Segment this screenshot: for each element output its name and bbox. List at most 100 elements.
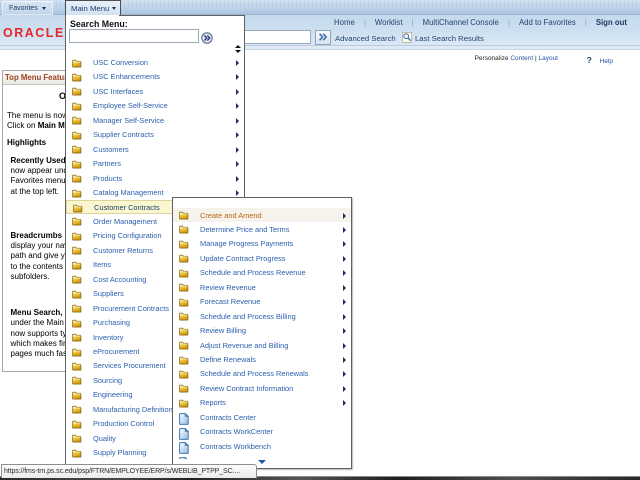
menu-item-products[interactable]: Products [66, 171, 244, 185]
menu-search-go-icon[interactable] [201, 32, 213, 44]
folder-icon [72, 333, 82, 342]
folder-icon [72, 131, 82, 140]
submenu-item-contracts-workcenter[interactable]: Contracts WorkCenter [173, 425, 351, 439]
main-menu-button[interactable]: Main Menu [65, 0, 121, 15]
submenu-item-label: Review Revenue [200, 283, 256, 292]
menu-scroll-spinner-icon[interactable] [235, 45, 242, 53]
submenu-item-contracts-center[interactable]: Contracts Center [173, 410, 351, 424]
submenu-item-label: Forecast Revenue [200, 297, 260, 306]
menu-item-usc-conversion[interactable]: USC Conversion [66, 56, 244, 70]
submenu-item-adjust-revenue-and-billing[interactable]: Adjust Revenue and Billing [173, 338, 351, 352]
menu-item-label: Customer Contracts [94, 203, 160, 212]
submenu-item-manage-progress-payments[interactable]: Manage Progress Payments [173, 237, 351, 251]
pagelet-bullet-line: at the top left. [11, 187, 59, 196]
folder-icon [72, 376, 82, 385]
menu-item-label: Procurement Contracts [93, 304, 169, 313]
favorites-button[interactable]: Favorites [2, 1, 53, 15]
folder-icon [179, 327, 189, 336]
submenu-item-label: Contracts WorkCenter [200, 427, 273, 436]
submenu-arrow-icon [236, 118, 239, 124]
folder-icon [179, 399, 189, 408]
submenu-arrow-icon [236, 89, 239, 95]
submenu-scroll-down-icon [258, 460, 266, 464]
menu-item-label: Suppliers [93, 289, 124, 298]
submenu-item-schedule-and-process-billing[interactable]: Schedule and Process Billing [173, 309, 351, 323]
submenu-item-reports[interactable]: Reports [173, 396, 351, 410]
link-separator: | [364, 18, 366, 27]
advanced-search-link[interactable]: Advanced Search [335, 34, 396, 43]
folder-icon [179, 341, 189, 350]
folder-icon [72, 420, 82, 429]
submenu-item-determine-price-and-terms[interactable]: Determine Price and Terms [173, 222, 351, 236]
folder-icon [73, 204, 83, 213]
submenu-item-contracts-workbench[interactable]: Contracts Workbench [173, 439, 351, 453]
submenu-item-schedule-and-process-renewals[interactable]: Schedule and Process Renewals [173, 367, 351, 381]
menu-item-label: eProcurement [93, 347, 139, 356]
menu-item-label: Sourcing [93, 376, 122, 385]
submenu-arrow-icon [343, 400, 346, 406]
personalize-content-link[interactable]: Content [510, 55, 533, 62]
last-search-results-link[interactable]: Last Search Results [415, 34, 484, 43]
submenu-item-review-revenue[interactable]: Review Revenue [173, 280, 351, 294]
menu-item-label: Production Control [93, 419, 154, 428]
menu-item-label: Customer Returns [93, 246, 153, 255]
submenu-arrow-icon [343, 256, 346, 262]
link-separator: | [508, 18, 510, 27]
menu-item-employee-self-service[interactable]: Employee Self-Service [66, 99, 244, 113]
menu-item-label: Purchasing [93, 318, 130, 327]
folder-icon [72, 449, 82, 458]
multichannel-console-link[interactable]: MultiChannel Console [423, 18, 499, 27]
folder-icon [179, 370, 189, 379]
submenu-arrow-icon [343, 343, 346, 349]
menu-item-manager-self-service[interactable]: Manager Self-Service [66, 113, 244, 127]
menu-item-supplier-contracts[interactable]: Supplier Contracts [66, 128, 244, 142]
folder-icon [72, 261, 82, 270]
help-link[interactable]: Help [600, 58, 613, 65]
menu-item-label: Employee Self-Service [93, 101, 168, 110]
submenu-item-define-renewals[interactable]: Define Renewals [173, 353, 351, 367]
menu-item-label: Engineering [93, 390, 132, 399]
submenu-arrow-icon [236, 190, 239, 196]
folder-icon [72, 275, 82, 284]
submenu-item-schedule-and-process-revenue[interactable]: Schedule and Process Revenue [173, 266, 351, 280]
folder-icon [72, 405, 82, 414]
peoplesoft-home-screen: Favorites Main Menu ORACLE Home | Workli… [0, 0, 640, 480]
menu-search-input[interactable] [69, 29, 199, 43]
personalize-layout-link[interactable]: Layout [538, 55, 558, 62]
menu-item-label: Products [93, 174, 122, 183]
submenu-arrow-icon [343, 386, 346, 392]
submenu-item-review-billing[interactable]: Review Billing [173, 324, 351, 338]
folder-icon [179, 225, 189, 234]
worklist-link[interactable]: Worklist [375, 18, 403, 27]
document-icon [179, 428, 189, 440]
main-menu-caret-icon [112, 7, 116, 10]
header-search-go-button[interactable] [315, 30, 331, 45]
submenu-item-label: Update Contract Progress [200, 254, 285, 263]
sign-out-link[interactable]: Sign out [596, 18, 627, 27]
folder-icon [179, 283, 189, 292]
folder-icon [72, 232, 82, 241]
home-link[interactable]: Home [334, 18, 355, 27]
submenu-item-update-contract-progress[interactable]: Update Contract Progress [173, 251, 351, 265]
folder-icon [72, 391, 82, 400]
menu-item-usc-enhancements[interactable]: USC Enhancements [66, 70, 244, 84]
submenu-item-forecast-revenue[interactable]: Forecast Revenue [173, 295, 351, 309]
submenu-arrow-icon [236, 74, 239, 80]
folder-icon [72, 217, 82, 226]
add-to-favorites-link[interactable]: Add to Favorites [519, 18, 576, 27]
menu-item-customers[interactable]: Customers [66, 142, 244, 156]
personalize-separator: | [535, 55, 537, 62]
folder-icon [72, 319, 82, 328]
menu-item-usc-interfaces[interactable]: USC Interfaces [66, 84, 244, 98]
oracle-logo: ORACLE [3, 26, 65, 40]
header-links: Home | Worklist | MultiChannel Console |… [334, 18, 627, 27]
submenu-item-label: Contracts Center [200, 413, 256, 422]
submenu-item-create-and-amend[interactable]: Create and Amend [173, 208, 351, 222]
main-menu-label: Main Menu [71, 4, 109, 13]
menu-item-partners[interactable]: Partners [66, 157, 244, 171]
submenu-arrow-icon [343, 328, 346, 334]
folder-icon [72, 434, 82, 443]
folder-icon [72, 116, 82, 125]
submenu-arrow-icon [236, 161, 239, 167]
submenu-item-review-contract-information[interactable]: Review Contract Information [173, 381, 351, 395]
